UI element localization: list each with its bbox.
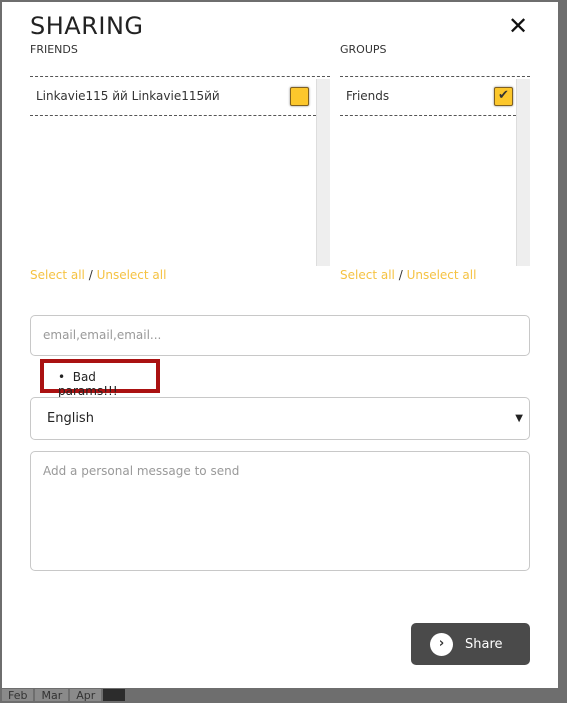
select-all-link[interactable]: Select all (340, 268, 395, 282)
dropdown-arrow-icon: ▼ (515, 413, 523, 424)
list-item[interactable]: Friends ✔ (340, 77, 516, 116)
groups-list: Friends ✔ (340, 76, 530, 266)
close-icon[interactable]: ✕ (508, 12, 528, 40)
groups-label: GROUPS (340, 43, 387, 56)
friends-select-controls: Select all / Unselect all (30, 268, 166, 282)
language-select[interactable]: English ▼ (30, 397, 530, 440)
modal-title: SHARING (30, 12, 144, 40)
list-item[interactable]: Linkavie115 йй Linkavie115йй (30, 77, 316, 116)
sharing-modal: SHARING ✕ FRIENDS Linkavie115 йй Linkavi… (2, 2, 558, 688)
group-name: Friends (346, 89, 390, 103)
language-value: English (47, 411, 94, 426)
friends-label: FRIENDS (30, 43, 78, 56)
friends-list: Linkavie115 йй Linkavie115йй (30, 76, 330, 266)
email-input[interactable]: email,email,email... (30, 315, 530, 356)
scrollbar[interactable] (316, 79, 330, 266)
message-textarea[interactable]: Add a personal message to send (30, 451, 530, 571)
bg-tab: Apr (70, 689, 102, 702)
bg-tab (103, 689, 126, 701)
friend-name: Linkavie115 йй Linkavie115йй (36, 89, 220, 103)
bg-tab: Mar (35, 689, 69, 702)
chevron-right-icon: › (430, 632, 453, 656)
groups-select-controls: Select all / Unselect all (340, 268, 476, 282)
friend-checkbox[interactable] (290, 87, 309, 106)
email-placeholder: email,email,email... (43, 328, 162, 342)
background-month-tabs: Feb Mar Apr (2, 689, 126, 702)
select-all-link[interactable]: Select all (30, 268, 85, 282)
separator: / (88, 268, 93, 282)
separator: / (398, 268, 403, 282)
share-label: Share (465, 636, 503, 652)
scrollbar[interactable] (516, 79, 530, 266)
share-button[interactable]: › Share (411, 623, 530, 665)
error-message: Bad params!!! (58, 370, 118, 398)
group-checkbox-checked[interactable]: ✔ (494, 87, 513, 106)
unselect-all-link[interactable]: Unselect all (407, 268, 477, 282)
message-placeholder: Add a personal message to send (43, 464, 240, 478)
error-box: • Bad params!!! (40, 359, 160, 398)
unselect-all-link[interactable]: Unselect all (97, 268, 167, 282)
bg-tab: Feb (2, 689, 34, 702)
